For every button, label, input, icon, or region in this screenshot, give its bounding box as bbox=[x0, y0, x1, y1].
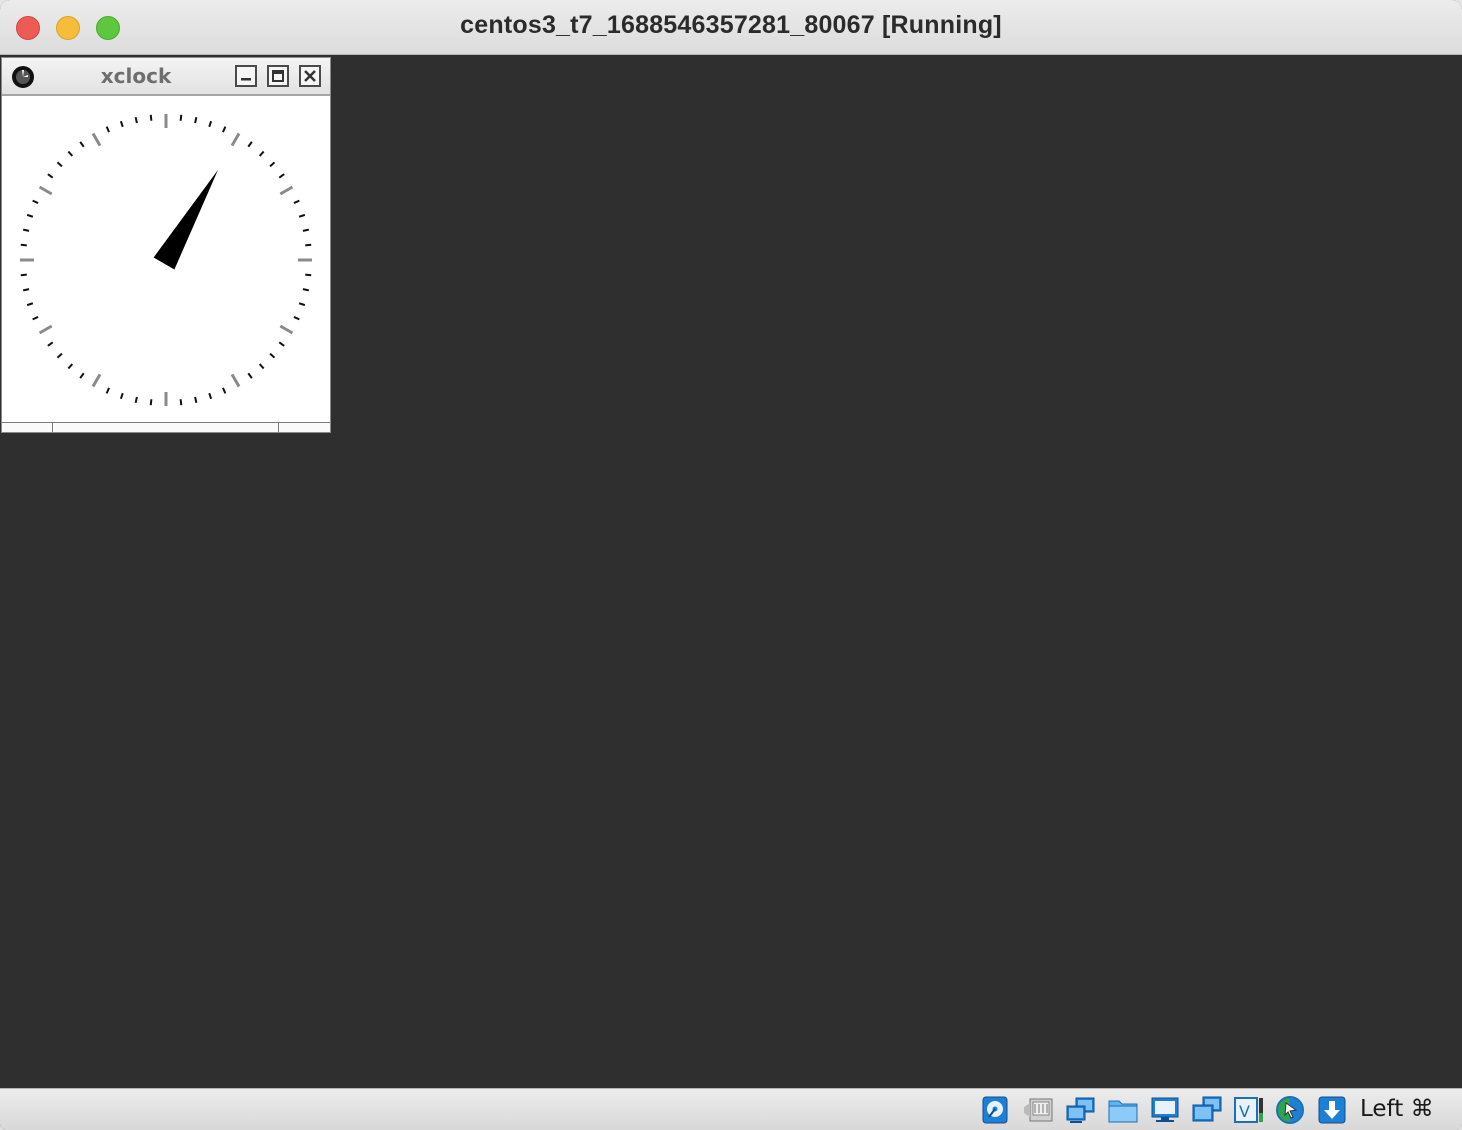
shared-folders-icon[interactable] bbox=[1106, 1095, 1142, 1125]
clock-minute-tick bbox=[134, 116, 138, 124]
clock-hand bbox=[153, 169, 218, 270]
cpu-virtualization-icon[interactable]: V bbox=[1232, 1095, 1268, 1125]
virtualbox-vm-window: centos3_t7_1688546357281_80067 [Running]… bbox=[0, 0, 1462, 1130]
clock-minute-tick bbox=[179, 399, 183, 406]
maximize-icon bbox=[272, 70, 284, 82]
vm-status-bar: V Left ⌘ bbox=[0, 1088, 1462, 1130]
clock-minute-tick bbox=[56, 161, 63, 168]
clock-minute-tick bbox=[222, 387, 227, 394]
clock-minute-tick bbox=[149, 399, 153, 406]
clock-minute-tick bbox=[179, 114, 183, 121]
clock-minute-tick bbox=[67, 150, 74, 157]
clock-minute-tick bbox=[79, 141, 85, 148]
clock-minute-tick bbox=[20, 243, 27, 247]
clock-minute-tick bbox=[134, 396, 138, 404]
clock-hour-tick bbox=[91, 373, 102, 388]
clock-minute-tick bbox=[208, 392, 213, 400]
clock-minute-tick bbox=[258, 363, 265, 370]
minimize-icon bbox=[241, 78, 251, 81]
clock-minute-tick bbox=[105, 387, 110, 394]
clock-minute-tick bbox=[26, 302, 34, 307]
clock-hour-tick bbox=[230, 132, 241, 147]
clock-minute-tick bbox=[305, 243, 312, 247]
clock-hour-tick bbox=[38, 185, 53, 196]
window-menu-icon[interactable] bbox=[11, 65, 35, 89]
clock-minute-tick bbox=[208, 120, 213, 128]
clock-minute-tick bbox=[302, 288, 310, 292]
clock-minute-tick bbox=[32, 316, 39, 321]
clock-minute-tick bbox=[278, 341, 285, 347]
network-icon[interactable] bbox=[1064, 1095, 1100, 1125]
clock-minute-tick bbox=[258, 150, 265, 157]
window-title: centos3_t7_1688546357281_80067 [Running] bbox=[460, 11, 1002, 39]
xclock-bottom-border[interactable] bbox=[2, 422, 330, 432]
svg-text:V: V bbox=[1239, 1102, 1250, 1121]
clock-minute-tick bbox=[56, 352, 63, 359]
clock-minute-tick bbox=[22, 288, 30, 292]
clock-minute-tick bbox=[119, 392, 124, 400]
hard-disk-icon[interactable] bbox=[980, 1095, 1016, 1125]
guest-display[interactable]: xclock bbox=[0, 55, 1462, 1088]
status-icons: V bbox=[980, 1095, 1352, 1125]
mouse-integration-icon[interactable] bbox=[1274, 1095, 1310, 1125]
clock-minute-tick bbox=[22, 228, 30, 232]
clock-minute-tick bbox=[32, 199, 39, 204]
analog-clock-face bbox=[20, 114, 312, 406]
clock-minute-tick bbox=[119, 120, 124, 128]
clock-minute-tick bbox=[298, 213, 306, 218]
host-key-label: Left ⌘ bbox=[1360, 1096, 1434, 1122]
clock-minute-tick bbox=[305, 273, 312, 277]
window-titlebar[interactable]: centos3_t7_1688546357281_80067 [Running] bbox=[0, 0, 1462, 55]
clock-minute-tick bbox=[47, 341, 54, 347]
clock-minute-tick bbox=[247, 372, 253, 379]
display-icon[interactable] bbox=[1148, 1095, 1184, 1125]
clock-hour-tick bbox=[279, 185, 294, 196]
clock-minute-tick bbox=[293, 316, 300, 321]
clock-minute-tick bbox=[79, 372, 85, 379]
clock-minute-tick bbox=[20, 273, 27, 277]
optical-drive-icon[interactable] bbox=[1022, 1095, 1058, 1125]
clock-minute-tick bbox=[47, 173, 54, 179]
clock-minute-tick bbox=[302, 228, 310, 232]
clock-minute-tick bbox=[105, 126, 110, 133]
clock-minute-tick bbox=[26, 213, 34, 218]
clock-hour-tick bbox=[38, 324, 53, 335]
xclock-maximize-button[interactable] bbox=[267, 65, 289, 87]
clock-minute-tick bbox=[269, 161, 276, 168]
clock-minute-tick bbox=[278, 173, 285, 179]
xclock-titlebar[interactable]: xclock bbox=[2, 58, 330, 96]
xclock-close-button[interactable] bbox=[299, 65, 321, 87]
clock-minute-tick bbox=[194, 396, 198, 404]
clock-minute-tick bbox=[298, 302, 306, 307]
close-icon bbox=[304, 70, 316, 82]
clock-minute-tick bbox=[293, 199, 300, 204]
clock-minute-tick bbox=[149, 114, 153, 121]
clock-hour-tick bbox=[279, 324, 294, 335]
xclock-minimize-button[interactable] bbox=[235, 65, 257, 87]
clock-hour-tick bbox=[230, 373, 241, 388]
clock-minute-tick bbox=[67, 363, 74, 370]
clock-minute-tick bbox=[222, 126, 227, 133]
video-capture-icon[interactable] bbox=[1190, 1095, 1226, 1125]
clock-hour-tick bbox=[91, 132, 102, 147]
clock-minute-tick bbox=[247, 141, 253, 148]
xclock-window[interactable]: xclock bbox=[1, 57, 331, 433]
xclock-title: xclock bbox=[100, 64, 172, 88]
clock-minute-tick bbox=[269, 352, 276, 359]
clock-minute-tick bbox=[194, 116, 198, 124]
keyboard-capture-icon[interactable] bbox=[1316, 1095, 1352, 1125]
